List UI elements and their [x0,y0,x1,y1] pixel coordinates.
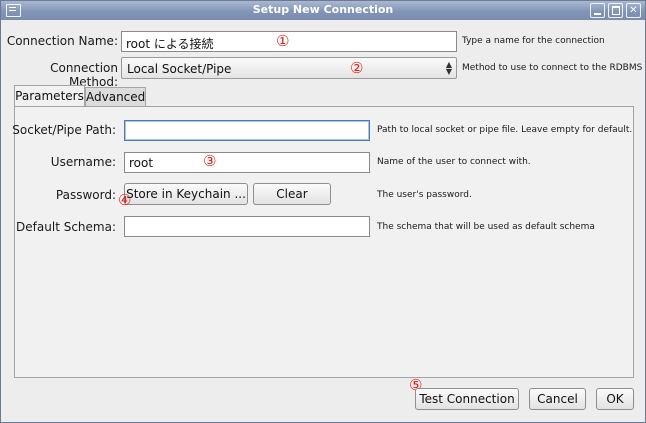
clear-password-button[interactable]: Clear [253,183,331,205]
clear-password-label: Clear [276,187,308,201]
socket-path-input[interactable] [124,120,370,141]
test-connection-button[interactable]: Test Connection [415,388,519,410]
tab-parameters[interactable]: Parameters [14,85,85,107]
cancel-label: Cancel [537,392,578,406]
annotation-marker-2: ② [350,59,364,77]
default-schema-input[interactable] [124,216,370,237]
connection-method-value: Local Socket/Pipe [127,62,232,76]
updown-arrows-icon: ▲ ▼ [445,60,452,76]
tab-advanced[interactable]: Advanced [85,87,146,107]
window-title: Setup New Connection [252,3,394,16]
tab-parameters-label: Parameters [15,89,84,103]
socket-path-label: Socket/Pipe Path: [12,123,116,137]
maximize-button[interactable] [608,3,623,18]
store-in-keychain-label: Store in Keychain ... [126,187,246,201]
setup-connection-dialog: Setup New Connection ✕ Connection Name: … [0,0,646,423]
title-bar[interactable]: Setup New Connection ✕ [1,1,645,20]
close-button[interactable]: ✕ [626,3,641,18]
password-hint: The user's password. [377,190,472,200]
annotation-marker-4: ④ [118,191,132,209]
parameters-panel [14,106,634,378]
ok-label: OK [606,392,624,406]
minimize-button[interactable] [590,3,605,18]
default-schema-hint: The schema that will be used as default … [377,222,595,232]
username-hint: Name of the user to connect with. [377,157,531,167]
connection-name-value: root による接続 [126,37,214,51]
username-input[interactable]: root [124,152,370,173]
connection-method-select[interactable]: Local Socket/Pipe ▲ ▼ [121,57,457,79]
cancel-button[interactable]: Cancel [529,388,586,410]
connection-name-label: Connection Name: [6,34,118,48]
password-label: Password: [55,188,116,202]
tab-advanced-label: Advanced [86,90,146,104]
socket-path-hint: Path to local socket or pipe file. Leave… [377,125,633,135]
test-connection-label: Test Connection [419,392,515,406]
annotation-marker-1: ① [276,32,290,50]
store-in-keychain-button[interactable]: Store in Keychain ... [124,183,248,205]
username-value: root [129,156,154,170]
annotation-marker-3: ③ [203,152,217,170]
default-schema-label: Default Schema: [16,220,116,234]
ok-button[interactable]: OK [596,388,634,410]
connection-method-hint: Method to use to connect to the RDBMS [462,63,643,73]
username-label: Username: [50,155,116,169]
connection-name-hint: Type a name for the connection [462,36,605,46]
